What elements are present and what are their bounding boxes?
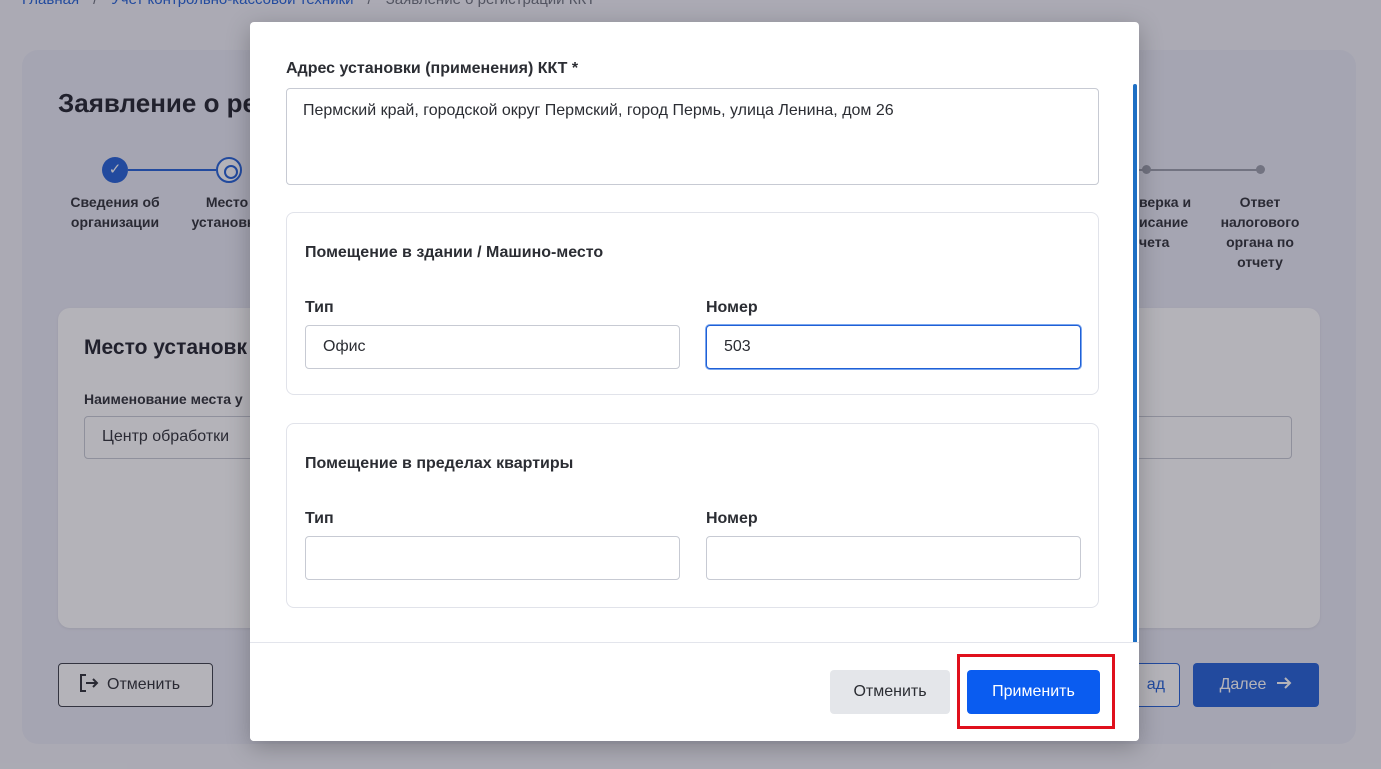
modal-cancel-button[interactable]: Отменить (830, 670, 950, 714)
apartment-number-label: Номер (706, 510, 758, 527)
apartment-type-label: Тип (305, 510, 334, 527)
modal-scrollbar[interactable] (1133, 84, 1137, 734)
section-building: Помещение в здании / Машино-место Тип Оф… (286, 212, 1099, 395)
section-building-title: Помещение в здании / Машино-место (305, 244, 604, 261)
apply-highlight-frame (957, 654, 1115, 729)
building-type-label: Тип (305, 299, 334, 316)
address-textarea[interactable]: Пермский край, городской округ Пермский,… (286, 88, 1099, 185)
address-label: Адрес установки (применения) ККТ * (286, 60, 579, 77)
section-apartment-title: Помещение в пределах квартиры (305, 455, 574, 472)
section-apartment: Помещение в пределах квартиры Тип Номер (286, 423, 1099, 608)
building-number-input[interactable]: 503 (706, 325, 1081, 369)
apartment-number-input[interactable] (706, 536, 1081, 580)
building-type-input[interactable]: Офис (305, 325, 680, 369)
address-modal: Адрес установки (применения) ККТ * Пермс… (250, 22, 1139, 741)
apartment-type-input[interactable] (305, 536, 680, 580)
building-number-label: Номер (706, 299, 758, 316)
